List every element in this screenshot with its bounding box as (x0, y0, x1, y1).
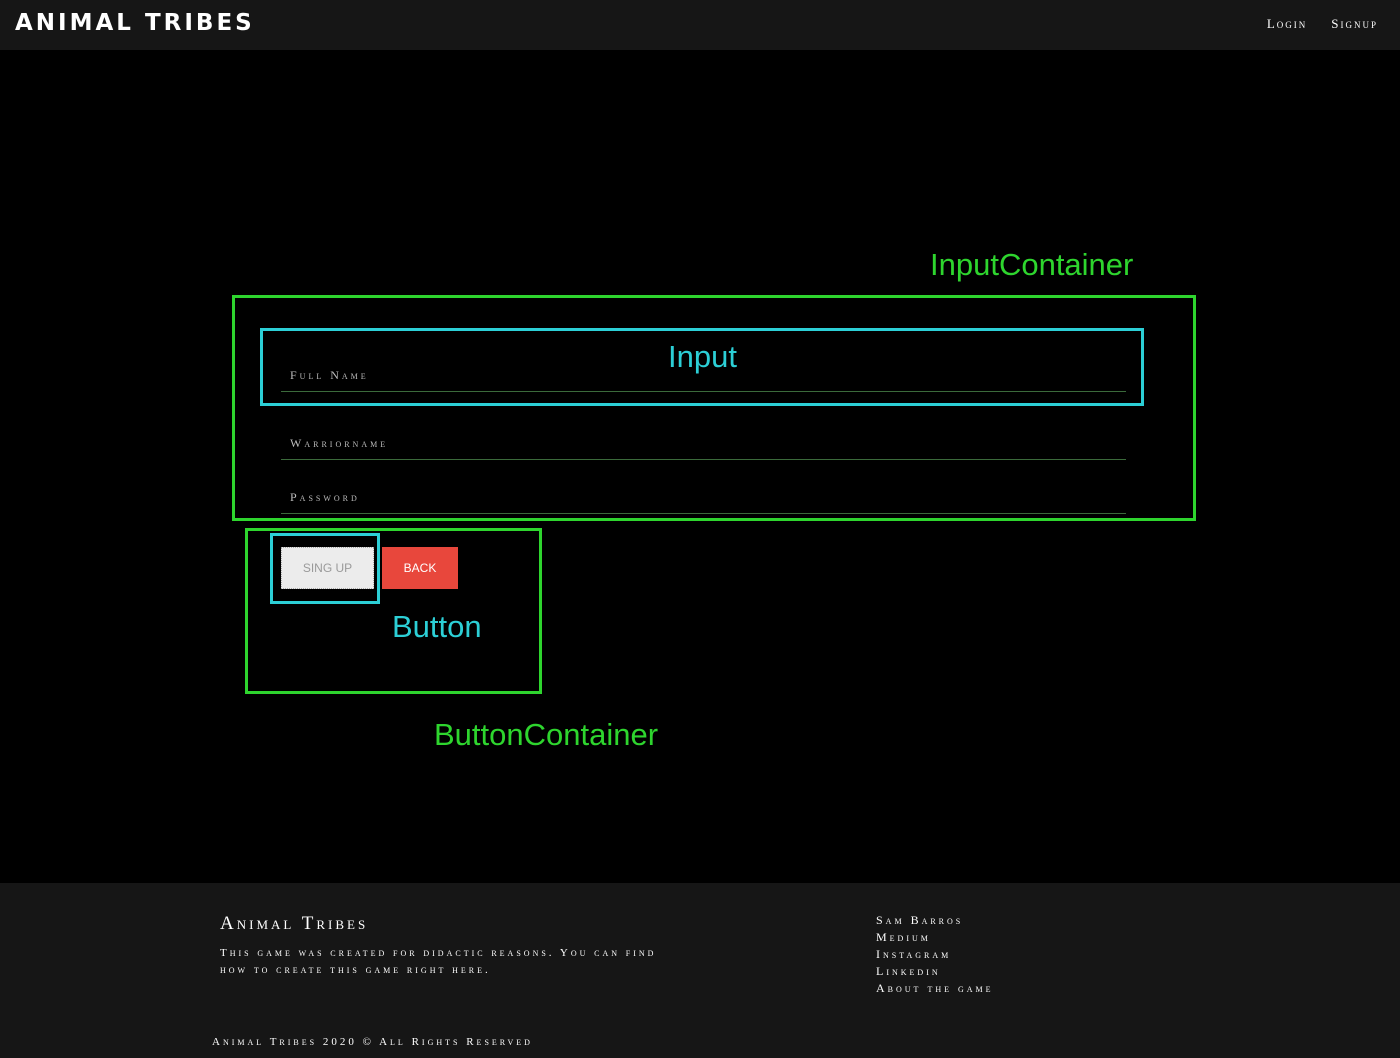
page-footer: Animal Tribes This game was created for … (0, 883, 1400, 1058)
full-name-field (281, 364, 1126, 392)
full-name-input[interactable] (281, 368, 1126, 391)
password-input[interactable] (281, 490, 1126, 513)
input-container-annotation-label: InputContainer (930, 247, 1134, 282)
nav-login-link[interactable]: Login (1267, 16, 1307, 32)
footer-link-sam-barros[interactable]: Sam Barros (876, 912, 994, 929)
back-button[interactable]: BACK (382, 547, 458, 589)
button-container-annotation-label: ButtonContainer (434, 717, 659, 752)
footer-link-instagram[interactable]: Instagram (876, 946, 994, 963)
footer-links: Sam Barros Medium Instagram Linkedin Abo… (876, 912, 994, 997)
footer-link-linkedin[interactable]: Linkedin (876, 963, 994, 980)
button-annotation-label: Button (392, 609, 482, 644)
password-field (281, 486, 1126, 514)
nav-signup-link[interactable]: Signup (1331, 16, 1378, 32)
site-logo[interactable]: ANIMAL TRIBES (15, 10, 255, 36)
footer-description: This game was created for didactic reaso… (220, 947, 657, 976)
footer-title: Animal Tribes (220, 913, 369, 934)
footer-copyright: Animal Tribes 2020 © All Rights Reserved (212, 1036, 533, 1048)
top-nav: Login Signup (1267, 16, 1378, 32)
footer-link-about-the-game[interactable]: About the game (876, 980, 994, 997)
sign-up-button[interactable]: SING UP (281, 547, 374, 589)
top-navbar: ANIMAL TRIBES Login Signup (0, 0, 1400, 50)
warriorname-field (281, 432, 1126, 460)
warriorname-input[interactable] (281, 436, 1126, 459)
footer-link-medium[interactable]: Medium (876, 929, 994, 946)
signup-page: ANIMAL TRIBES Login Signup InputContaine… (0, 0, 1400, 1058)
